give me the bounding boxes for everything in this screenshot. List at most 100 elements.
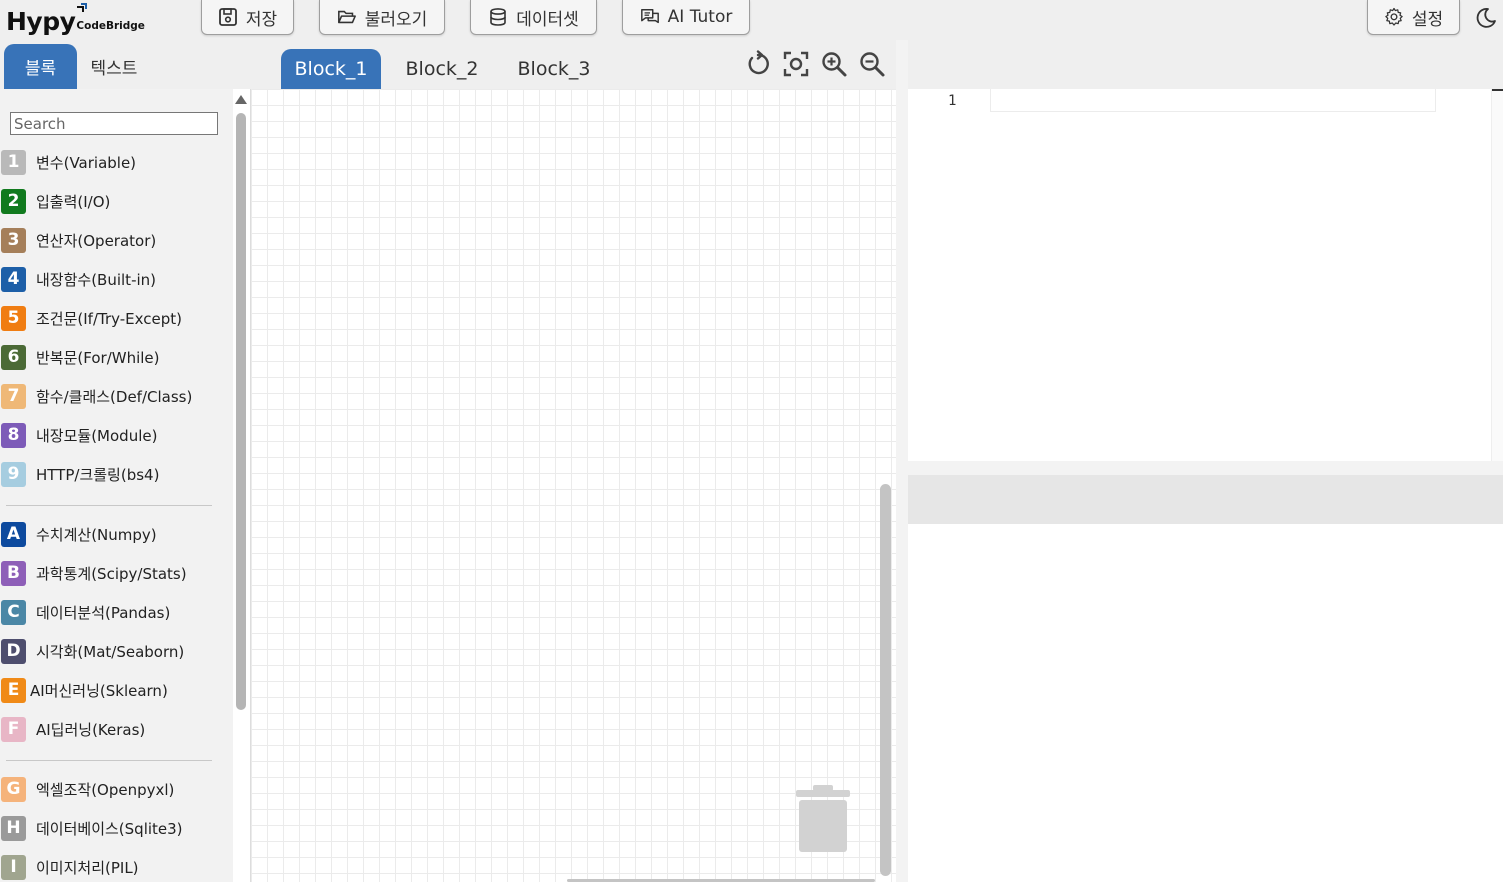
tab-text[interactable]: 텍스트: [78, 44, 150, 89]
workspace-header: Block_1 Block_2 Block_3: [250, 40, 896, 89]
database-icon: [490, 8, 507, 26]
category-item-h[interactable]: H 데이터베이스(Sqlite3): [0, 815, 183, 841]
category-badge: B: [1, 560, 26, 586]
category-badge: 6: [1, 344, 26, 370]
panel-splitter[interactable]: [896, 40, 908, 882]
category-badge: I: [1, 854, 26, 880]
category-item-8[interactable]: 8 내장모듈(Module): [0, 422, 157, 448]
category-badge: H: [1, 815, 26, 841]
category-item-3[interactable]: 3 연산자(Operator): [0, 227, 156, 253]
category-item-g[interactable]: G 엑셀조작(Openpyxl): [0, 776, 174, 802]
search-input[interactable]: [10, 112, 218, 135]
category-item-9[interactable]: 9 HTTP/크롤링(bs4): [0, 461, 159, 487]
category-badge: D: [1, 638, 26, 664]
category-label: AI딥러닝(Keras): [36, 720, 146, 739]
category-item-2[interactable]: 2 입출력(I/O): [0, 188, 110, 214]
tab-block-3[interactable]: Block_3: [507, 49, 601, 89]
category-label: AI머신러닝(Sklearn): [30, 681, 168, 700]
category-item-7[interactable]: 7 함수/클래스(Def/Class): [0, 383, 192, 409]
dataset-button[interactable]: 데이터셋: [470, 0, 597, 35]
category-item-b[interactable]: B 과학통계(Scipy/Stats): [0, 560, 187, 586]
toolbox-scrollbar[interactable]: [236, 113, 246, 710]
category-label: 시각화(Mat/Seaborn): [36, 642, 185, 661]
category-label: 내장함수(Built-in): [36, 270, 157, 289]
category-badge: C: [1, 599, 26, 625]
floppy-disk-icon: [218, 8, 237, 26]
category-item-i[interactable]: I 이미지처리(PIL): [0, 854, 139, 880]
category-label: 과학통계(Scipy/Stats): [36, 564, 187, 583]
settings-button[interactable]: 설정: [1367, 0, 1460, 35]
center-view-icon[interactable]: [782, 50, 810, 78]
editor-scrollbar-track: [1491, 89, 1503, 461]
category-label: 조건문(If/Try-Except): [36, 309, 182, 328]
editor-active-line[interactable]: [990, 89, 1436, 112]
dataset-button-label: 데이터셋: [516, 9, 579, 30]
category-item-d[interactable]: D 시각화(Mat/Seaborn): [0, 638, 184, 664]
save-button-label: 저장: [245, 9, 278, 30]
tab-block-1[interactable]: Block_1: [281, 49, 381, 89]
category-item-f[interactable]: F AI딥러닝(Keras): [0, 716, 145, 742]
settings-button-label: 설정: [1411, 9, 1444, 30]
category-badge: A: [1, 521, 26, 547]
category-badge: E: [1, 677, 26, 703]
dark-mode-moon-icon[interactable]: [1474, 6, 1498, 30]
block-workspace[interactable]: [250, 89, 896, 882]
top-toolbar: Hypy CodeBridge 저장 불러오기 데이터셋 AI Tutor 설정: [0, 0, 1503, 40]
chat-bubbles-icon: [640, 9, 659, 24]
category-label: 수치계산(Numpy): [36, 525, 157, 544]
ai-tutor-button[interactable]: AI Tutor: [622, 0, 750, 35]
category-badge: 3: [1, 227, 26, 253]
category-label: HTTP/크롤링(bs4): [36, 465, 160, 484]
logo-arrow-icon: [77, 3, 88, 12]
undo-icon[interactable]: [743, 50, 771, 78]
scroll-up-arrow-icon[interactable]: [235, 95, 247, 104]
zoom-in-icon[interactable]: [820, 50, 848, 78]
category-label: 함수/클래스(Def/Class): [36, 387, 193, 406]
folder-open-icon: [337, 10, 356, 24]
category-separator: [6, 505, 212, 506]
load-button[interactable]: 불러오기: [319, 0, 445, 35]
category-item-1[interactable]: 1 변수(Variable): [0, 149, 136, 175]
editor-console-splitter[interactable]: [908, 461, 1503, 475]
editor-scrollbar-marker: [1492, 89, 1503, 91]
category-label: 이미지처리(PIL): [36, 858, 139, 877]
tab-block-2[interactable]: Block_2: [395, 49, 489, 89]
category-badge: 1: [1, 149, 26, 175]
category-item-c[interactable]: C 데이터분석(Pandas): [0, 599, 170, 625]
category-badge: G: [1, 776, 26, 802]
category-item-5[interactable]: 5 조건문(If/Try-Except): [0, 305, 182, 331]
category-badge: F: [1, 716, 26, 742]
category-badge: 7: [1, 383, 26, 409]
load-button-label: 불러오기: [364, 9, 428, 30]
app-window: Hypy CodeBridge 저장 불러오기 데이터셋 AI Tutor 설정…: [0, 0, 1503, 882]
category-item-4[interactable]: 4 내장함수(Built-in): [0, 266, 156, 292]
gear-icon: [1385, 7, 1403, 26]
category-item-a[interactable]: A 수치계산(Numpy): [0, 521, 157, 547]
console-header: [908, 475, 1503, 524]
logo-subtext: CodeBridge: [76, 3, 145, 32]
category-badge: 9: [1, 461, 26, 487]
category-badge: 8: [1, 422, 26, 448]
logo: Hypy CodeBridge: [6, 2, 145, 36]
category-label: 변수(Variable): [36, 153, 137, 172]
zoom-out-icon[interactable]: [858, 50, 886, 78]
category-label: 입출력(I/O): [36, 192, 111, 211]
code-editor[interactable]: 1: [908, 89, 1503, 461]
category-badge: 5: [1, 305, 26, 331]
tab-blocks[interactable]: 블록: [4, 44, 77, 89]
category-item-6[interactable]: 6 반복문(For/While): [0, 344, 160, 370]
category-label: 반복문(For/While): [36, 348, 160, 367]
category-label: 데이터베이스(Sqlite3): [36, 819, 183, 838]
left-panel-tabs: 블록 텍스트: [0, 40, 250, 89]
category-item-e[interactable]: E AI머신러닝(Sklearn): [0, 677, 168, 703]
category-badge: 2: [1, 188, 26, 214]
trash-can-icon[interactable]: [795, 784, 851, 856]
editor-header: [908, 40, 1503, 89]
category-label: 데이터분석(Pandas): [36, 603, 171, 622]
category-label: 엑셀조작(Openpyxl): [36, 780, 175, 799]
ai-tutor-button-label: AI Tutor: [667, 7, 733, 27]
logo-subtext-label: CodeBridge: [76, 20, 145, 32]
save-button[interactable]: 저장: [201, 0, 294, 35]
workspace-vertical-scrollbar[interactable]: [880, 484, 891, 876]
block-toolbox: 1 변수(Variable) 2 입출력(I/O) 3 연산자(Operator) 4 내장함…: [0, 89, 233, 882]
